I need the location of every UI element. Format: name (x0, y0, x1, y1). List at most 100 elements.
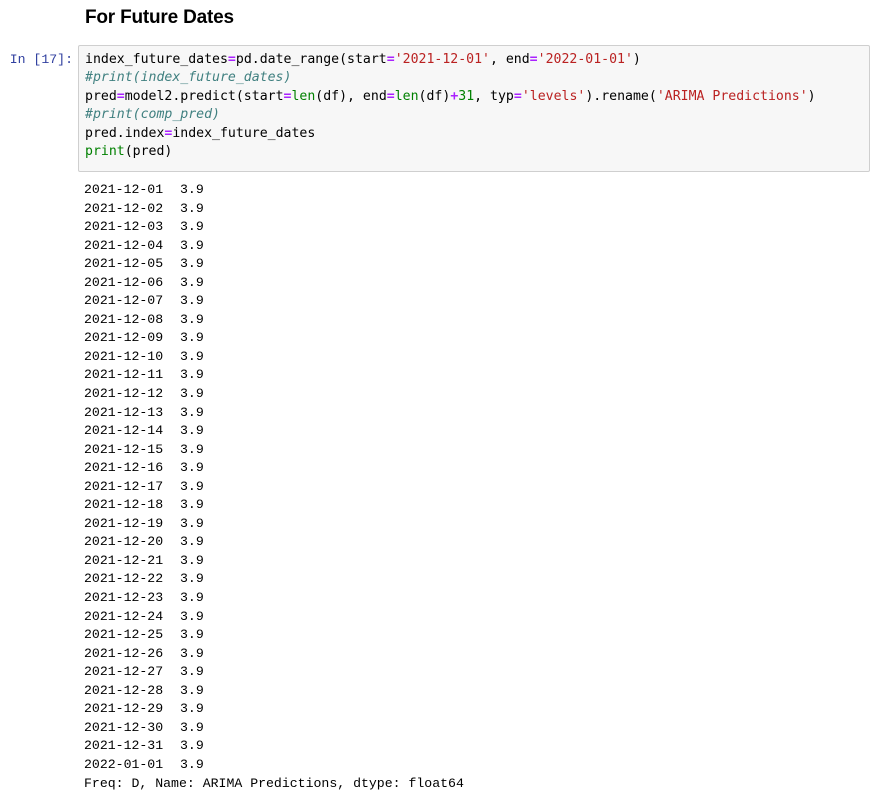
code-token-plain: model2.predict(start (124, 88, 284, 104)
output-row: 2021-12-08 3.9 (84, 311, 870, 330)
output-row: 2021-12-25 3.9 (84, 626, 870, 645)
output-date: 2021-12-28 (84, 682, 164, 698)
output-date: 2021-12-19 (84, 515, 164, 531)
output-row: 2021-12-21 3.9 (84, 552, 870, 571)
output-date: 2021-12-09 (84, 330, 164, 346)
output-date: 2021-12-08 (84, 311, 164, 327)
code-token-op: = (116, 88, 125, 104)
code-token-com: #print(index_future_dates) (85, 70, 292, 86)
code-editor[interactable]: index_future_dates=pd.date_range(start='… (78, 45, 870, 172)
code-token-com: #print(comp_pred) (85, 107, 220, 123)
output-value: 3.9 (180, 237, 204, 253)
output-value: 3.9 (180, 719, 204, 735)
output-row: 2021-12-19 3.9 (84, 515, 870, 534)
code-token-plain: pred (85, 88, 117, 104)
output-value: 3.9 (180, 756, 204, 772)
output-value: 3.9 (180, 200, 204, 216)
output-date: 2021-12-05 (84, 256, 164, 272)
code-token-plain: ) (632, 52, 641, 67)
output-value: 3.9 (180, 441, 204, 457)
code-token-op: = (386, 88, 395, 104)
output-date: 2021-12-21 (84, 552, 164, 568)
code-token-bi: print (85, 144, 125, 160)
output-value: 3.9 (180, 330, 204, 346)
output-value: 3.9 (180, 664, 204, 680)
output-value: 3.9 (180, 497, 204, 513)
output-row: 2022-01-01 3.9 (84, 756, 870, 775)
output-row: 2021-12-13 3.9 (84, 404, 870, 423)
output-date: 2021-12-25 (84, 627, 164, 643)
code-token-op: = (386, 52, 395, 67)
code-line: index_future_dates=pd.date_range(start='… (85, 51, 865, 69)
code-token-plain: (pred) (124, 144, 173, 160)
output-row: 2021-12-12 3.9 (84, 385, 870, 404)
output-date: 2021-12-13 (84, 404, 164, 420)
output-value: 3.9 (180, 274, 204, 290)
output-stream: 2021-12-01 3.9 2021-12-02 3.9 2021-12-03 3.9 2… (78, 181, 870, 793)
output-value: 3.9 (180, 423, 204, 439)
output-row: 2021-12-01 3.9 (84, 181, 870, 200)
code-token-str: '2021-12-01' (394, 52, 490, 67)
output-value: 3.9 (180, 404, 204, 420)
output-text: 2021-12-01 3.9 2021-12-02 3.9 2021-12-03 3.9 2… (84, 181, 870, 793)
code-line: pred.index=index_future_dates (85, 125, 865, 143)
output-row: 2021-12-22 3.9 (84, 570, 870, 589)
output-date: 2021-12-02 (84, 200, 164, 216)
output-row: 2021-12-20 3.9 (84, 533, 870, 552)
code-token-num: 31 (458, 88, 475, 104)
code-source[interactable]: index_future_dates=pd.date_range(start='… (85, 51, 865, 161)
output-row: 2021-12-16 3.9 (84, 459, 870, 478)
output-row: 2021-12-18 3.9 (84, 496, 870, 515)
output-value: 3.9 (180, 219, 204, 235)
output-value: 3.9 (180, 293, 204, 309)
output-value: 3.9 (180, 311, 204, 327)
code-token-plain: index_future_dates (85, 52, 228, 67)
code-token-plain: (df) (418, 88, 451, 104)
output-date: 2021-12-03 (84, 219, 164, 235)
code-token-bi: len (394, 88, 419, 104)
code-token-str: 'ARIMA Predictions' (656, 88, 808, 104)
output-value: 3.9 (180, 571, 204, 587)
output-date: 2021-12-27 (84, 664, 164, 680)
output-value: 3.9 (180, 738, 204, 754)
output-date: 2021-12-30 (84, 719, 164, 735)
output-row: 2021-12-02 3.9 (84, 200, 870, 219)
output-date: 2021-12-10 (84, 348, 164, 364)
page-title: For Future Dates (85, 7, 234, 28)
output-date: 2021-12-18 (84, 497, 164, 513)
output-value: 3.9 (180, 182, 204, 197)
output-value: 3.9 (180, 701, 204, 717)
output-row: 2021-12-26 3.9 (84, 645, 870, 664)
output-date: 2021-12-11 (84, 367, 164, 383)
output-value: 3.9 (180, 608, 204, 624)
output-date: 2021-12-23 (84, 590, 164, 606)
output-value: 3.9 (180, 348, 204, 364)
output-date: 2021-12-06 (84, 274, 164, 290)
code-token-plain: pd.date_range(start (235, 52, 387, 67)
code-token-str: '2022-01-01' (537, 52, 633, 67)
input-prompt-label: In [17]: (9, 52, 73, 67)
code-token-plain: (df), end (315, 88, 387, 104)
output-date: 2021-12-07 (84, 293, 164, 309)
code-line: print(pred) (85, 143, 865, 161)
output-row: 2021-12-07 3.9 (84, 292, 870, 311)
output-value: 3.9 (180, 386, 204, 402)
code-token-bi: len (291, 88, 316, 104)
output-row: 2021-12-06 3.9 (84, 274, 870, 293)
output-footer: Freq: D, Name: ARIMA Predictions, dtype:… (84, 775, 464, 791)
output-date: 2021-12-24 (84, 608, 164, 624)
notebook-page: For Future Dates In [17]: index_future_d… (0, 0, 870, 804)
code-token-op: = (513, 88, 522, 104)
output-date: 2021-12-17 (84, 478, 164, 494)
output-row: 2021-12-03 3.9 (84, 218, 870, 237)
output-date: 2021-12-31 (84, 738, 164, 754)
output-value: 3.9 (180, 534, 204, 550)
output-value: 3.9 (180, 645, 204, 661)
code-token-plain: , end (489, 52, 530, 67)
markdown-cell[interactable]: For Future Dates (0, 0, 870, 30)
output-date: 2021-12-12 (84, 386, 164, 402)
code-cell[interactable]: In [17]: index_future_dates=pd.date_rang… (0, 45, 870, 172)
output-value: 3.9 (180, 682, 204, 698)
output-value: 3.9 (180, 627, 204, 643)
output-value: 3.9 (180, 515, 204, 531)
